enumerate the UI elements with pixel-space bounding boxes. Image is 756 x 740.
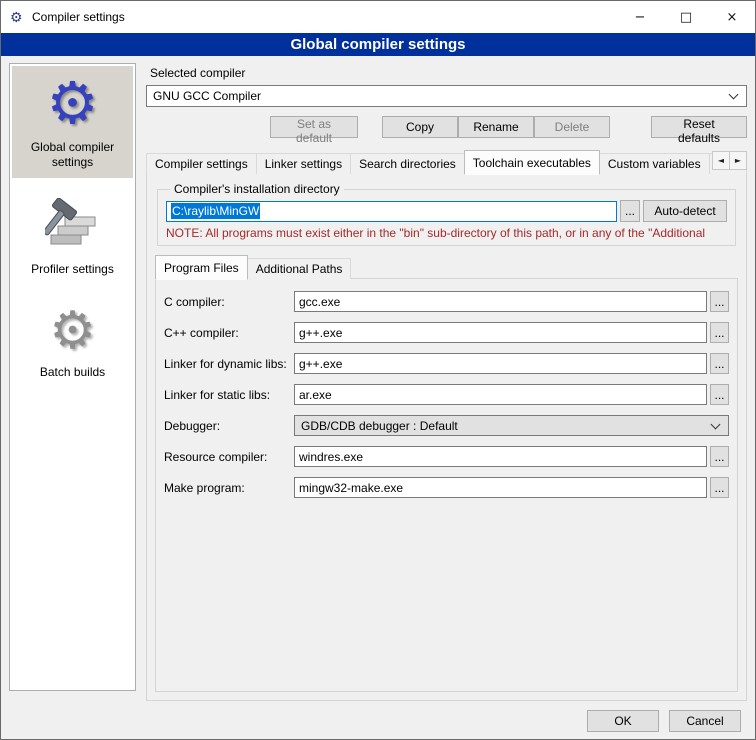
reset-defaults-button[interactable]: Reset defaults [651, 116, 747, 138]
program-tabs: Program Files Additional Paths [155, 255, 738, 279]
sidebar-item-global-compiler-settings[interactable]: ⚙ Global compiler settings [12, 66, 133, 178]
sidebar-item-profiler-settings[interactable]: Profiler settings [12, 190, 133, 285]
tab-program-files[interactable]: Program Files [155, 255, 248, 280]
tab-scroll-right-button[interactable]: ► [729, 151, 747, 170]
sidebar-item-label: Global compiler settings [14, 140, 131, 170]
tab-compiler-settings[interactable]: Compiler settings [146, 153, 257, 174]
static-linker-input[interactable]: ar.exe [294, 384, 707, 405]
tab-scroll-left-button[interactable]: ◄ [712, 151, 730, 170]
dynamic-linker-label: Linker for dynamic libs: [164, 357, 294, 371]
sidebar-item-batch-builds[interactable]: ⚙ Batch builds [12, 297, 133, 388]
tab-search-directories[interactable]: Search directories [350, 153, 465, 174]
debugger-select[interactable]: GDB/CDB debugger : Default [294, 415, 729, 436]
resource-compiler-label: Resource compiler: [164, 450, 294, 464]
input-value: gcc.exe [299, 295, 340, 309]
compiler-select[interactable]: GNU GCC Compiler [146, 85, 747, 107]
profiler-icon [45, 198, 101, 254]
make-program-browse-button[interactable]: ... [710, 477, 729, 498]
static-linker-browse-button[interactable]: ... [710, 384, 729, 405]
field-row-dynamic-linker: Linker for dynamic libs: g++.exe ... [164, 353, 729, 374]
c-compiler-input[interactable]: gcc.exe [294, 291, 707, 312]
field-row-resource-compiler: Resource compiler: windres.exe ... [164, 446, 729, 467]
toolchain-executables-panel: Compiler's installation directory C:\ray… [146, 173, 747, 701]
field-row-debugger: Debugger: GDB/CDB debugger : Default [164, 415, 729, 436]
debugger-label: Debugger: [164, 419, 294, 433]
close-button[interactable]: × [709, 1, 755, 33]
copy-button[interactable]: Copy [382, 116, 458, 138]
dialog-body: ⚙ Global compiler settings Profiler sett… [1, 56, 755, 701]
input-value: ar.exe [299, 388, 332, 402]
settings-tabs: Compiler settings Linker settings Search… [146, 149, 747, 174]
ok-button[interactable]: OK [587, 710, 659, 732]
sidebar-item-label: Profiler settings [31, 262, 114, 277]
gray-gear-icon: ⚙ [49, 305, 96, 357]
installation-directory-group-title: Compiler's installation directory [170, 182, 344, 196]
chevron-down-icon [711, 419, 721, 429]
titlebar[interactable]: ⚙ Compiler settings − □ × [1, 1, 755, 33]
window-controls: − □ × [617, 1, 755, 33]
set-as-default-button[interactable]: Set as default [270, 116, 358, 138]
static-linker-label: Linker for static libs: [164, 388, 294, 402]
make-program-input[interactable]: mingw32-make.exe [294, 477, 707, 498]
main-panel: Selected compiler GNU GCC Compiler Set a… [146, 63, 747, 701]
auto-detect-button[interactable]: Auto-detect [643, 200, 727, 222]
installation-note: NOTE: All programs must exist either in … [166, 226, 727, 240]
browse-directory-button[interactable]: ... [620, 200, 640, 222]
debugger-select-value: GDB/CDB debugger : Default [301, 419, 458, 433]
settings-category-sidebar: ⚙ Global compiler settings Profiler sett… [9, 63, 136, 691]
tab-custom-variables[interactable]: Custom variables [599, 153, 710, 174]
cpp-compiler-input[interactable]: g++.exe [294, 322, 707, 343]
maximize-button[interactable]: □ [663, 1, 709, 33]
field-row-static-linker: Linker for static libs: ar.exe ... [164, 384, 729, 405]
app-icon: ⚙ [10, 10, 28, 24]
rename-button[interactable]: Rename [458, 116, 534, 138]
dynamic-linker-browse-button[interactable]: ... [710, 353, 729, 374]
window-title: Compiler settings [32, 10, 125, 24]
tab-linker-settings[interactable]: Linker settings [256, 153, 351, 174]
c-compiler-browse-button[interactable]: ... [710, 291, 729, 312]
tab-scroll-controls: ◄ ► [712, 151, 747, 170]
compiler-select-value: GNU GCC Compiler [153, 89, 261, 103]
tab-toolchain-executables[interactable]: Toolchain executables [464, 150, 600, 175]
dialog-banner: Global compiler settings [1, 33, 755, 56]
dialog-footer: OK Cancel [1, 701, 755, 739]
minimize-button[interactable]: − [617, 1, 663, 33]
make-program-label: Make program: [164, 481, 294, 495]
program-files-panel: C compiler: gcc.exe ... C++ compiler: g+… [155, 278, 738, 692]
field-row-make-program: Make program: mingw32-make.exe ... [164, 477, 729, 498]
delete-button[interactable]: Delete [534, 116, 610, 138]
c-compiler-label: C compiler: [164, 295, 294, 309]
input-value: windres.exe [299, 450, 363, 464]
blue-gear-icon: ⚙ [47, 74, 99, 132]
resource-compiler-browse-button[interactable]: ... [710, 446, 729, 467]
resource-compiler-input[interactable]: windres.exe [294, 446, 707, 467]
field-row-c-compiler: C compiler: gcc.exe ... [164, 291, 729, 312]
installation-directory-input[interactable]: C:\raylib\MinGW [166, 201, 617, 222]
cpp-compiler-browse-button[interactable]: ... [710, 322, 729, 343]
chevron-down-icon [729, 90, 739, 100]
dynamic-linker-input[interactable]: g++.exe [294, 353, 707, 374]
compiler-buttons-row: Set as default Copy Rename Delete Reset … [146, 116, 747, 138]
installation-directory-group: Compiler's installation directory C:\ray… [157, 182, 736, 246]
cpp-compiler-label: C++ compiler: [164, 326, 294, 340]
field-row-cpp-compiler: C++ compiler: g++.exe ... [164, 322, 729, 343]
installation-directory-row: C:\raylib\MinGW ... Auto-detect [166, 200, 727, 222]
input-value: g++.exe [299, 357, 342, 371]
sidebar-item-label: Batch builds [40, 365, 105, 380]
input-value: g++.exe [299, 326, 342, 340]
selected-compiler-label: Selected compiler [150, 66, 747, 80]
selected-text: C:\raylib\MinGW [171, 203, 260, 219]
tab-additional-paths[interactable]: Additional Paths [247, 258, 352, 279]
cancel-button[interactable]: Cancel [669, 710, 741, 732]
compiler-settings-window: ⚙ Compiler settings − □ × Global compile… [0, 0, 756, 740]
input-value: mingw32-make.exe [299, 481, 403, 495]
